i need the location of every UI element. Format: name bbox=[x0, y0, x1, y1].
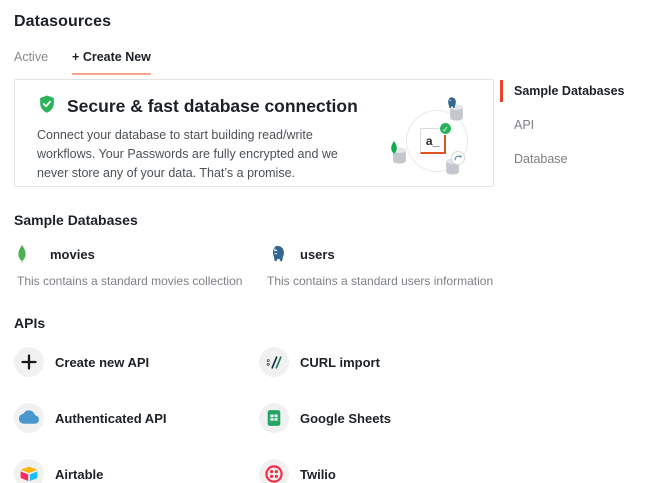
create-new-api-item[interactable]: Create new API bbox=[14, 347, 259, 377]
mongodb-leaf-icon bbox=[14, 245, 50, 263]
check-badge-icon: ✓ bbox=[439, 122, 452, 135]
google-sheets-item[interactable]: Google Sheets bbox=[259, 403, 494, 433]
sample-databases-section: Sample Databases movies This contains a … bbox=[14, 205, 494, 288]
datasource-nav: Sample Databases API Database bbox=[500, 79, 650, 181]
tab-bar: Active + Create New bbox=[14, 50, 151, 75]
tab-create-new[interactable]: + Create New bbox=[72, 50, 151, 75]
sample-db-description: This contains a standard movies collecti… bbox=[14, 274, 264, 288]
cloud-icon bbox=[14, 403, 44, 433]
sample-db-label: users bbox=[300, 247, 335, 262]
twilio-item[interactable]: Twilio bbox=[259, 459, 494, 483]
sample-db-movies[interactable]: movies This contains a standard movies c… bbox=[14, 243, 264, 288]
curl-import-item[interactable]: CURL import bbox=[259, 347, 494, 377]
nav-item-sample-databases[interactable]: Sample Databases bbox=[500, 79, 650, 103]
plus-icon bbox=[14, 347, 44, 377]
secure-connection-banner: Secure & fast database connection Connec… bbox=[14, 79, 494, 187]
banner-title: Secure & fast database connection bbox=[67, 96, 358, 117]
page-title: Datasources bbox=[14, 13, 111, 31]
google-sheets-icon bbox=[259, 403, 289, 433]
sample-db-label: movies bbox=[50, 247, 95, 262]
apis-grid: Create new API CURL import Authen bbox=[14, 347, 494, 483]
postgresql-icon bbox=[264, 244, 300, 264]
section-heading: Sample Databases bbox=[14, 205, 494, 228]
banner-heading-row: Secure & fast database connection bbox=[37, 94, 358, 119]
banner-body-text: Connect your database to start building … bbox=[37, 126, 349, 183]
airtable-icon bbox=[14, 459, 44, 483]
nav-item-api[interactable]: API bbox=[500, 113, 650, 137]
sample-db-users[interactable]: users This contains a standard users inf… bbox=[264, 243, 494, 288]
sample-db-description: This contains a standard users informati… bbox=[264, 274, 494, 288]
section-heading: APIs bbox=[14, 308, 494, 331]
shield-check-icon bbox=[37, 94, 57, 119]
airtable-item[interactable]: Airtable bbox=[14, 459, 259, 483]
sample-databases-grid: movies This contains a standard movies c… bbox=[14, 243, 494, 288]
datasources-page: Datasources Active + Create New Secure &… bbox=[0, 0, 650, 483]
api-link-icon bbox=[451, 151, 465, 165]
postgresql-icon bbox=[444, 96, 458, 115]
authenticated-api-item[interactable]: Authenticated API bbox=[14, 403, 259, 433]
curl-icon bbox=[259, 347, 289, 377]
datasource-illustration: a_ ✓ bbox=[390, 90, 490, 185]
mongodb-leaf-icon bbox=[390, 141, 398, 160]
twilio-icon bbox=[259, 459, 289, 483]
tab-active[interactable]: Active bbox=[14, 50, 48, 75]
apis-section: APIs Create new API CURL import bbox=[14, 308, 494, 483]
nav-item-database[interactable]: Database bbox=[500, 147, 650, 171]
